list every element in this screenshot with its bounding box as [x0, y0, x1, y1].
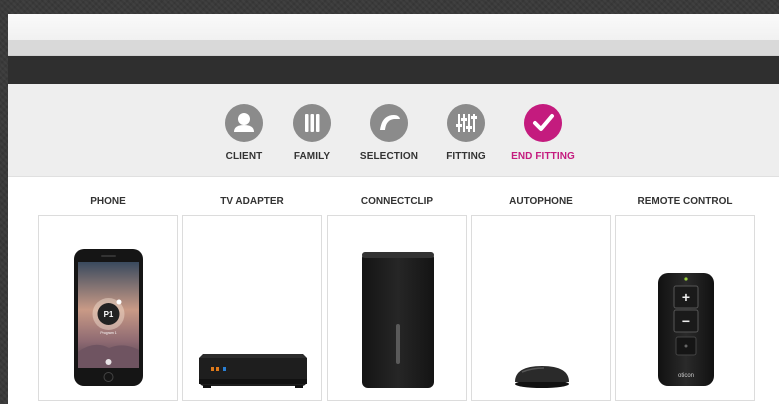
device-card-remote-control[interactable]: + − oticon [615, 215, 755, 401]
window-top-bar [8, 14, 779, 40]
phone-program-name: Program 1 [100, 331, 116, 335]
phone-program-badge: P1 [104, 310, 114, 319]
selection-icon [370, 104, 408, 142]
remote-brand-label: oticon [678, 373, 694, 379]
fitting-icon [447, 104, 485, 142]
app-header-bar [8, 56, 779, 84]
remote-minus-label: − [682, 313, 690, 329]
window-toolbar-strip [8, 40, 779, 56]
remote-plus-label: + [682, 289, 690, 305]
checkmark-icon [524, 104, 562, 142]
workflow-stepper: CLIENT FAMILY SELECTION FITTING END FITT… [8, 84, 779, 177]
step-fitting[interactable]: FITTING [426, 104, 506, 162]
device-title-phone: PHONE [90, 196, 126, 207]
step-selection[interactable]: SELECTION [349, 104, 429, 162]
device-title-connectclip: CONNECTCLIP [360, 196, 434, 207]
autophone-image [515, 366, 569, 388]
app-content: CLIENT FAMILY SELECTION FITTING END FITT… [8, 84, 779, 404]
device-title-tv-adapter: TV ADAPTER [220, 196, 284, 207]
device-title-remote-control: REMOTE CONTROL [637, 196, 733, 207]
remote-control-image: + − oticon [658, 273, 714, 386]
device-card-phone[interactable]: P1 Program 1 [38, 215, 178, 401]
step-end-fitting[interactable]: END FITTING [503, 104, 583, 162]
step-family[interactable]: FAMILY [272, 104, 352, 162]
tv-adapter-image [199, 354, 307, 388]
device-title-autophone: AUTOPHONE [509, 196, 573, 207]
family-icon [293, 104, 331, 142]
step-selection-label: SELECTION [359, 151, 419, 162]
step-end-fitting-label: END FITTING [511, 151, 575, 162]
phone-image: P1 Program 1 [74, 249, 143, 386]
client-icon [225, 104, 263, 142]
device-card-autophone[interactable] [471, 215, 611, 401]
device-card-connectclip[interactable] [327, 215, 467, 401]
connectclip-image [362, 252, 434, 388]
device-card-tv-adapter[interactable] [182, 215, 322, 401]
step-family-label: FAMILY [293, 151, 331, 162]
step-fitting-label: FITTING [446, 151, 486, 162]
